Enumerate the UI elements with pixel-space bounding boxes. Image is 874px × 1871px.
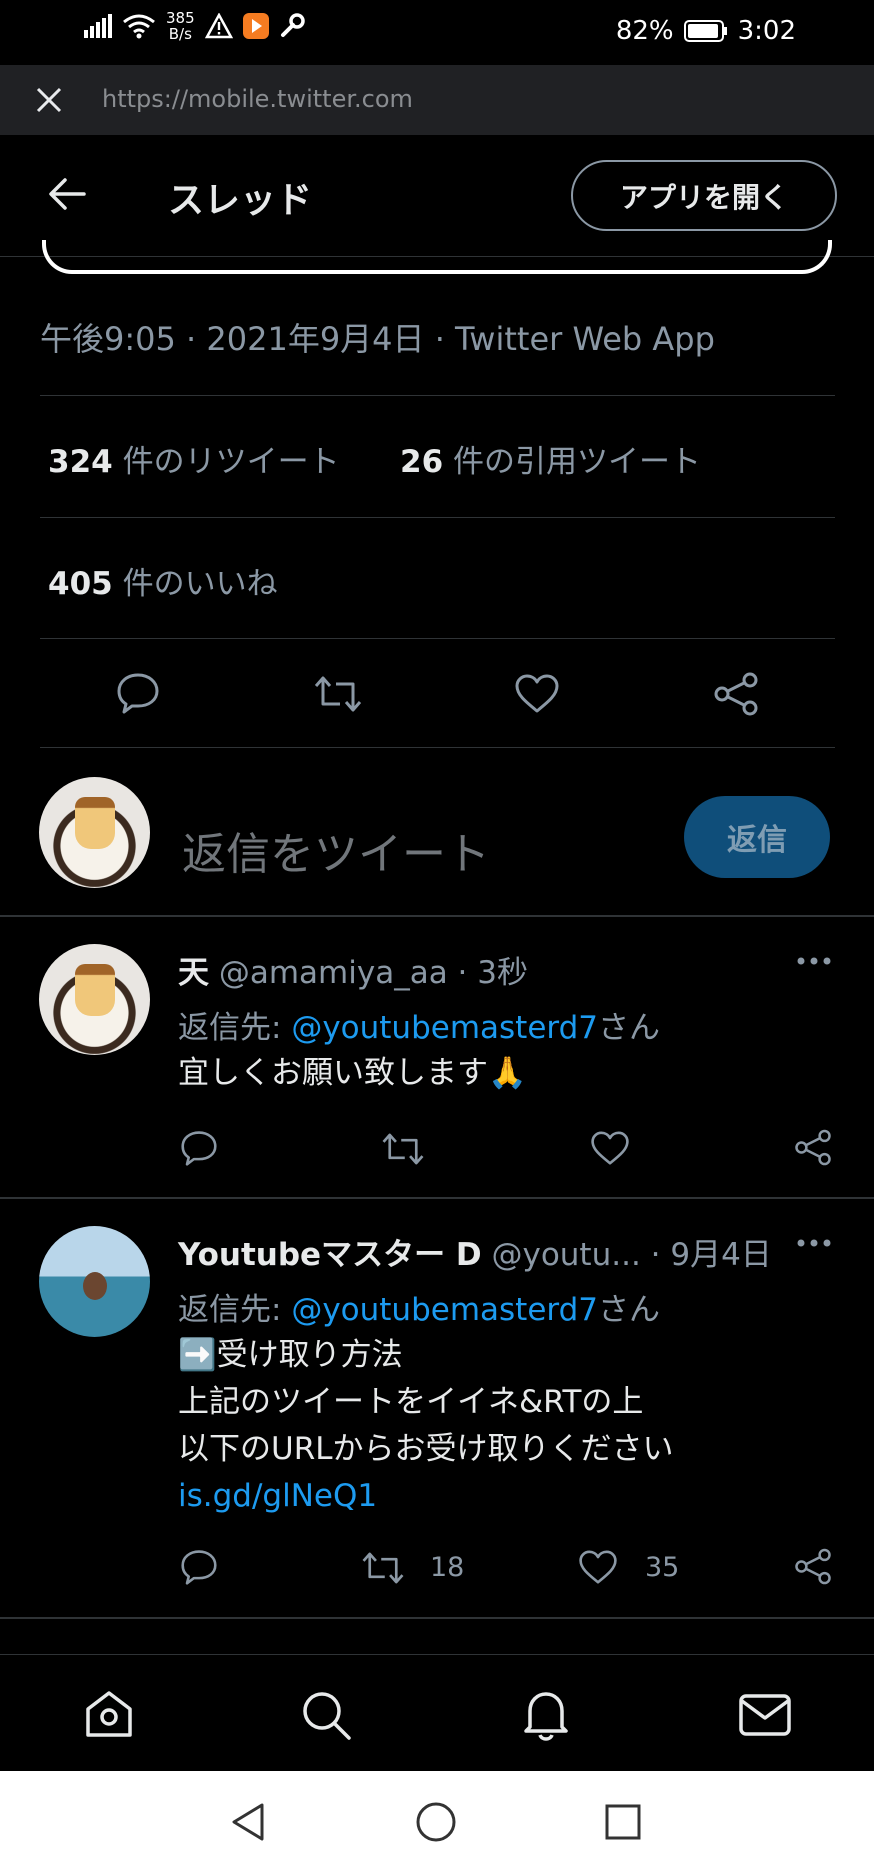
nav-messages[interactable] <box>738 1693 792 1737</box>
network-speed: 385 B/s <box>166 9 195 43</box>
reply-author[interactable]: 天 @amamiya_aa · 3秒 <box>178 947 528 992</box>
search-icon <box>303 1692 351 1740</box>
divider <box>40 395 835 396</box>
heart-icon <box>515 674 559 713</box>
tweet-text: ➡️受け取り方法 上記のツイートをイイネ&RTの上 以下のURLからお受け取りく… <box>178 1332 674 1520</box>
share-button[interactable] <box>713 672 759 716</box>
retweet-count: 18 <box>430 1552 465 1583</box>
circle-home-icon <box>416 1802 456 1842</box>
tweet-timestamp[interactable]: 午後9:05 · 2021年9月4日 · Twitter Web App <box>40 314 715 360</box>
reply-avatar[interactable] <box>39 944 150 1055</box>
reply-button[interactable] <box>116 672 160 714</box>
battery-icon <box>683 20 727 42</box>
submit-reply-button[interactable]: 返信 <box>684 796 830 878</box>
tweet-link[interactable]: is.gd/glNeQ1 <box>178 1473 674 1520</box>
reply-input[interactable]: 返信をツイート <box>182 818 490 882</box>
wifi-icon <box>123 14 155 39</box>
divider <box>40 747 835 748</box>
bottom-navigation <box>0 1654 874 1771</box>
divider <box>0 915 874 917</box>
close-tab-button[interactable] <box>34 85 64 115</box>
retweet-icon <box>382 1133 424 1165</box>
like-button[interactable] <box>590 1131 630 1166</box>
retweet-icon <box>314 676 362 712</box>
nav-search[interactable] <box>300 1689 352 1741</box>
open-app-button[interactable]: アプリを開く <box>571 160 837 231</box>
clock: 3:02 <box>737 16 796 46</box>
divider <box>40 517 835 518</box>
share-button[interactable] <box>794 1548 832 1585</box>
system-navigation-bar <box>0 1771 874 1871</box>
system-back-button[interactable] <box>228 1801 268 1843</box>
mention-link[interactable]: @youtubemasterd7 <box>291 1292 598 1328</box>
tweet-text: 宜しくお願い致します🙏 <box>178 1055 527 1091</box>
wrench-icon <box>280 13 305 37</box>
retweet-button[interactable] <box>312 674 364 714</box>
reply-to-line: 返信先: @youtubemasterd7さん <box>178 1292 660 1328</box>
square-recents-icon <box>605 1804 641 1840</box>
thread-header: スレッド アプリを開く <box>0 135 874 257</box>
retweets-stat[interactable]: 324 件のリツイート <box>48 436 340 481</box>
signal-icon <box>84 14 112 38</box>
play-app-icon <box>242 13 269 39</box>
share-button[interactable] <box>794 1129 832 1166</box>
like-count: 35 <box>645 1552 680 1583</box>
more-horizontal-icon <box>797 957 831 965</box>
reply-author[interactable]: Youtubeマスター D @youtu... · 9月4日 <box>178 1229 772 1274</box>
tweet-media-bottom-edge[interactable] <box>42 240 832 274</box>
more-options-button[interactable] <box>796 1238 832 1248</box>
reply-button[interactable] <box>180 1130 218 1166</box>
quotes-stat[interactable]: 26 件の引用ツイート <box>400 436 701 481</box>
reply-to-line: 返信先: @youtubemasterd7さん <box>178 1010 660 1046</box>
more-options-button[interactable] <box>796 956 832 966</box>
triangle-back-icon <box>232 1803 264 1841</box>
reply-icon <box>117 673 159 714</box>
like-button[interactable] <box>578 1550 618 1585</box>
retweet-icon <box>362 1552 404 1584</box>
share-icon <box>714 672 758 716</box>
divider <box>40 638 835 639</box>
close-icon <box>36 87 62 113</box>
like-button[interactable] <box>514 674 560 714</box>
nav-home[interactable] <box>82 1689 136 1739</box>
reply-icon <box>181 1131 217 1166</box>
system-recents-button[interactable] <box>604 1803 642 1841</box>
my-avatar[interactable] <box>39 777 150 888</box>
mention-link[interactable]: @youtubemasterd7 <box>291 1010 598 1046</box>
page-title: スレッド <box>168 180 313 221</box>
retweet-button[interactable] <box>360 1550 406 1586</box>
bell-icon <box>524 1692 568 1741</box>
url-text[interactable]: https://mobile.twitter.com <box>102 85 413 113</box>
browser-url-bar: https://mobile.twitter.com <box>0 65 874 135</box>
heart-icon <box>591 1131 629 1165</box>
likes-stat[interactable]: 405 件のいいね <box>48 558 278 603</box>
arrow-left-icon <box>49 178 86 210</box>
reply-avatar[interactable] <box>39 1226 150 1337</box>
share-icon <box>795 1129 831 1166</box>
heart-icon <box>579 1550 617 1584</box>
retweet-button[interactable] <box>380 1131 426 1167</box>
home-icon <box>86 1691 132 1737</box>
system-home-button[interactable] <box>415 1801 457 1843</box>
more-horizontal-icon <box>797 1239 831 1247</box>
status-bar: 385 B/s 82% 3:02 <box>0 0 874 65</box>
nav-notifications[interactable] <box>520 1687 572 1741</box>
divider <box>0 1617 874 1619</box>
share-icon <box>795 1548 831 1585</box>
reply-icon <box>181 1550 217 1585</box>
mail-icon <box>739 1694 791 1736</box>
divider <box>0 1197 874 1199</box>
back-button[interactable] <box>48 177 86 211</box>
warning-icon <box>204 13 233 39</box>
battery-percent: 82% <box>615 16 674 46</box>
reply-button[interactable] <box>180 1549 218 1585</box>
